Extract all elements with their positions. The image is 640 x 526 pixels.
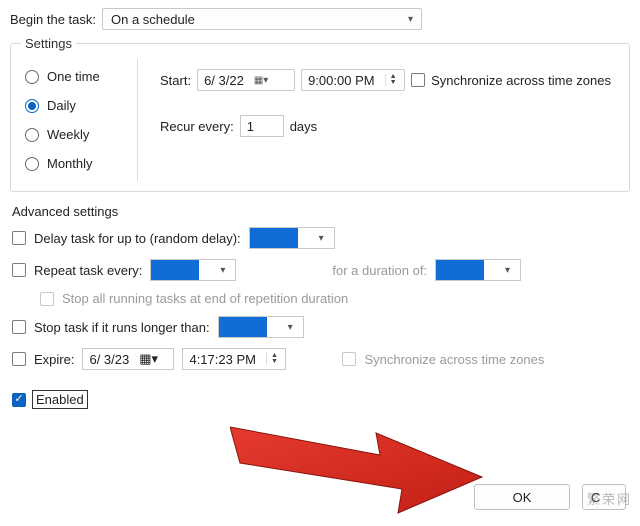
delay-value-combo[interactable]: ▾ <box>249 227 335 249</box>
stop-longer-checkbox[interactable] <box>12 320 26 334</box>
vertical-divider <box>137 59 138 181</box>
expire-date-value: 6/ 3/23 <box>89 352 129 367</box>
spinner-icon: ▲▼ <box>385 74 397 86</box>
radio-weekly-label: Weekly <box>47 127 89 142</box>
start-label: Start: <box>160 73 191 88</box>
annotation-arrow <box>230 405 490 515</box>
duration-value-combo[interactable]: ▾ <box>435 259 521 281</box>
chevron-down-icon: ▾ <box>216 265 229 276</box>
start-time-picker[interactable]: 9:00:00 PM ▲▼ <box>301 69 405 91</box>
expire-sync-label: Synchronize across time zones <box>364 352 544 367</box>
radio-one-time[interactable] <box>25 70 39 84</box>
start-date-picker[interactable]: 6/ 3/22 ▦▾ <box>197 69 295 91</box>
expire-checkbox[interactable] <box>12 352 26 366</box>
recur-label: Recur every: <box>160 119 234 134</box>
begin-task-value: On a schedule <box>111 12 195 27</box>
repeat-value-combo[interactable]: ▾ <box>150 259 236 281</box>
start-date-value: 6/ 3/22 <box>204 73 244 88</box>
ok-button-label: OK <box>513 490 532 505</box>
selected-fill <box>219 317 267 337</box>
radio-one-time-label: One time <box>47 69 100 84</box>
radio-monthly-label: Monthly <box>47 156 93 171</box>
chevron-down-icon: ▾ <box>408 14 413 25</box>
expire-time-value: 4:17:23 PM <box>189 352 256 367</box>
stop-longer-label: Stop task if it runs longer than: <box>34 320 210 335</box>
cancel-button[interactable]: C <box>582 484 626 510</box>
expire-label: Expire: <box>34 352 74 367</box>
start-time-value: 9:00:00 PM <box>308 73 375 88</box>
radio-daily-label: Daily <box>47 98 76 113</box>
settings-group: Settings One time Daily Weekly Monthly <box>10 36 630 192</box>
expire-time-picker[interactable]: 4:17:23 PM ▲▼ <box>182 348 286 370</box>
enabled-label: Enabled <box>32 390 88 409</box>
radio-daily[interactable] <box>25 99 39 113</box>
repeat-checkbox[interactable] <box>12 263 26 277</box>
delay-label: Delay task for up to (random delay): <box>34 231 241 246</box>
sync-timezones-label: Synchronize across time zones <box>431 73 611 88</box>
repeat-label: Repeat task every: <box>34 263 142 278</box>
ok-button[interactable]: OK <box>474 484 570 510</box>
cancel-button-label: C <box>591 490 600 505</box>
recur-value: 1 <box>247 119 254 134</box>
radio-monthly[interactable] <box>25 157 39 171</box>
calendar-icon: ▦▾ <box>139 351 158 367</box>
advanced-settings-title: Advanced settings <box>12 204 630 219</box>
recur-value-input[interactable]: 1 <box>240 115 284 137</box>
stop-repeat-label: Stop all running tasks at end of repetit… <box>62 291 348 306</box>
radio-weekly[interactable] <box>25 128 39 142</box>
spinner-icon: ▲▼ <box>266 353 278 365</box>
begin-task-label: Begin the task: <box>10 12 96 27</box>
selected-fill <box>250 228 298 248</box>
selected-fill <box>436 260 484 280</box>
settings-legend: Settings <box>21 36 76 51</box>
for-duration-label: for a duration of: <box>332 263 427 278</box>
chevron-down-icon: ▾ <box>501 265 514 276</box>
begin-task-combo[interactable]: On a schedule ▾ <box>102 8 422 30</box>
delay-checkbox[interactable] <box>12 231 26 245</box>
sync-timezones-checkbox[interactable] <box>411 73 425 87</box>
chevron-down-icon: ▾ <box>284 322 297 333</box>
calendar-icon: ▦▾ <box>254 75 268 86</box>
expire-sync-checkbox <box>342 352 356 366</box>
stop-repeat-checkbox <box>40 292 54 306</box>
recur-unit-label: days <box>290 119 317 134</box>
chevron-down-icon: ▾ <box>315 233 328 244</box>
selected-fill <box>151 260 199 280</box>
stop-longer-combo[interactable]: ▾ <box>218 316 304 338</box>
enabled-checkbox[interactable] <box>12 393 26 407</box>
expire-date-picker[interactable]: 6/ 3/23 ▦▾ <box>82 348 174 370</box>
